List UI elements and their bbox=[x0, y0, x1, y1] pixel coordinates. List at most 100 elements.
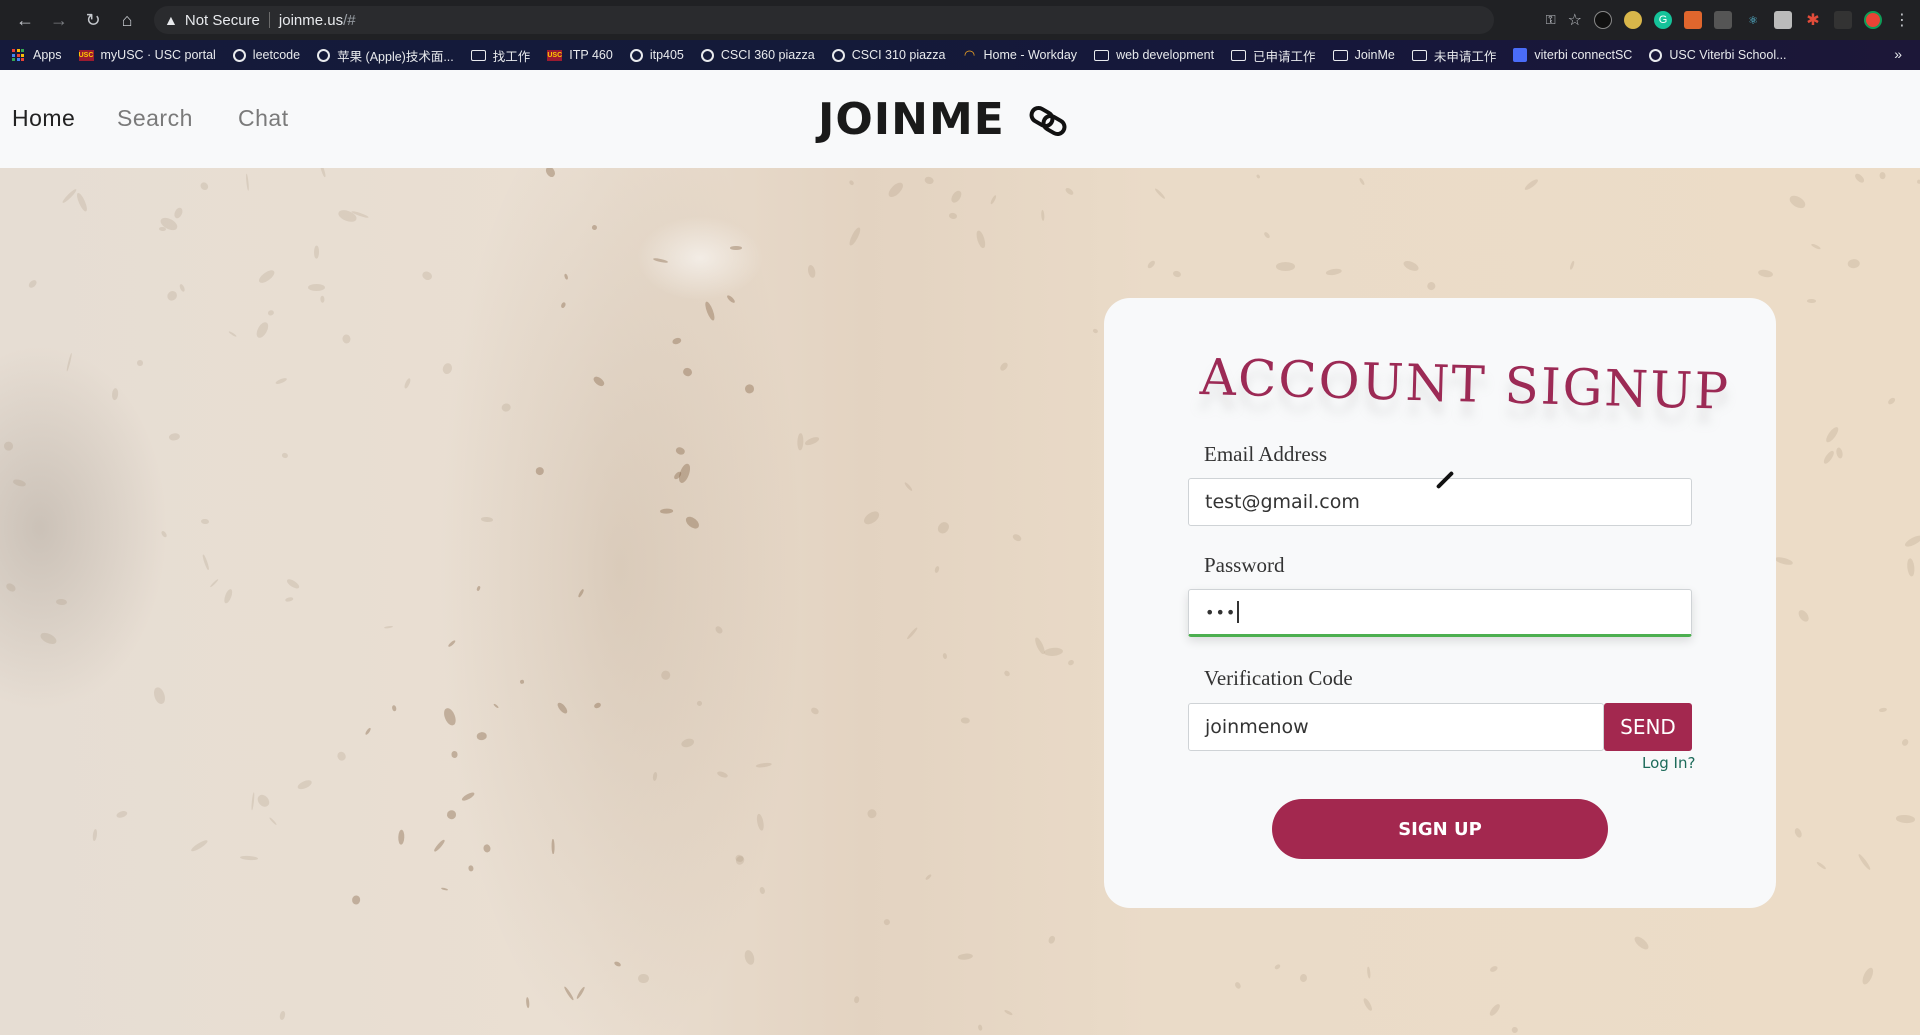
sand-speck bbox=[1857, 853, 1872, 872]
bookmark-item[interactable]: Apps bbox=[12, 48, 62, 62]
profile-avatar[interactable] bbox=[1864, 11, 1882, 29]
sand-speck bbox=[975, 229, 988, 250]
sand-speck bbox=[1325, 267, 1343, 277]
sand-speck bbox=[638, 973, 649, 984]
nav-chat[interactable]: Chat bbox=[238, 105, 289, 132]
sand-speck bbox=[755, 761, 772, 768]
bookmark-item[interactable]: itp405 bbox=[629, 48, 684, 62]
login-link[interactable]: Log In? bbox=[1642, 754, 1695, 772]
bookmark-label: CSCI 310 piazza bbox=[851, 48, 946, 62]
bookmark-item[interactable]: USC Viterbi School... bbox=[1649, 48, 1787, 62]
sand-speck bbox=[1367, 966, 1372, 979]
sand-speck bbox=[681, 366, 693, 378]
extension-icon[interactable] bbox=[1624, 11, 1642, 29]
sand-speck bbox=[957, 953, 973, 961]
bookmark-item[interactable]: web development bbox=[1094, 48, 1214, 62]
home-icon[interactable]: ⌂ bbox=[112, 5, 142, 35]
sand-speck bbox=[861, 509, 882, 528]
sand-speck bbox=[806, 263, 817, 279]
react-icon[interactable]: ⚛ bbox=[1744, 11, 1762, 29]
sand-speck bbox=[1886, 397, 1896, 407]
sand-speck bbox=[1835, 446, 1844, 459]
bookmark-item[interactable]: CSCI 310 piazza bbox=[831, 48, 946, 62]
sand-speck bbox=[445, 808, 458, 820]
address-bar[interactable]: ▲ Not Secure joinme.us /# bbox=[154, 6, 1494, 34]
extension-icon[interactable] bbox=[1774, 11, 1792, 29]
sand-speck bbox=[201, 518, 210, 525]
nav-home[interactable]: Home bbox=[12, 105, 75, 132]
back-icon[interactable]: ← bbox=[10, 5, 40, 35]
sand-speck bbox=[1255, 173, 1262, 180]
bookmark-item[interactable]: ◠ Home - Workday bbox=[963, 47, 1078, 62]
sand-speck bbox=[420, 269, 434, 282]
bookmark-item[interactable]: USC myUSC · USC portal bbox=[78, 48, 216, 62]
sand-speck bbox=[562, 273, 569, 281]
sand-speck bbox=[1860, 965, 1876, 986]
sand-speck bbox=[398, 829, 405, 845]
usc-icon: USC bbox=[547, 49, 563, 61]
globe-icon bbox=[831, 48, 845, 62]
sand-speck bbox=[695, 700, 703, 707]
globe-icon bbox=[700, 48, 714, 62]
sand-speck bbox=[903, 481, 914, 492]
bookmark-item[interactable]: leetcode bbox=[232, 48, 300, 62]
extension-icon[interactable] bbox=[1684, 11, 1702, 29]
bookmark-item[interactable]: viterbi connectSC bbox=[1513, 48, 1632, 62]
sand-speck bbox=[660, 669, 671, 681]
sand-speck bbox=[190, 838, 209, 854]
reload-icon[interactable]: ↻ bbox=[78, 5, 108, 35]
sand-speck bbox=[482, 844, 491, 854]
sand-speck bbox=[977, 1024, 983, 1031]
security-label: Not Secure bbox=[184, 11, 260, 29]
sand-speck bbox=[335, 750, 347, 763]
send-code-button[interactable]: SEND bbox=[1604, 703, 1692, 751]
bookmark-label: ITP 460 bbox=[569, 48, 613, 62]
sign-up-button[interactable]: SIGN UP bbox=[1272, 799, 1608, 859]
password-label: Password bbox=[1204, 553, 1285, 577]
bookmark-item[interactable]: USC ITP 460 bbox=[547, 48, 613, 62]
sand-speck bbox=[169, 431, 181, 441]
grammarly-icon[interactable]: G bbox=[1654, 11, 1672, 29]
sand-speck bbox=[1425, 280, 1437, 292]
star-icon[interactable]: ☆ bbox=[1568, 10, 1582, 30]
sand-speck bbox=[295, 778, 313, 792]
sand-speck bbox=[591, 225, 597, 231]
bookmark-label: 未申请工作 bbox=[1433, 49, 1497, 64]
bookmark-item[interactable]: 已申请工作 bbox=[1231, 46, 1316, 65]
folder-icon bbox=[470, 49, 486, 61]
bookmark-item[interactable]: 找工作 bbox=[470, 46, 530, 65]
bookmark-item[interactable]: 未申请工作 bbox=[1411, 46, 1497, 65]
sand-speck bbox=[988, 194, 997, 206]
sand-speck bbox=[1793, 826, 1804, 839]
sand-speck bbox=[160, 530, 168, 539]
sand-speck bbox=[66, 353, 73, 372]
sand-speck bbox=[391, 704, 397, 712]
mail-icon[interactable] bbox=[1714, 11, 1732, 29]
bookmark-item[interactable]: CSCI 360 piazza bbox=[700, 48, 815, 62]
key-icon[interactable]: ⚿ bbox=[1546, 12, 1556, 28]
sand-speck bbox=[652, 771, 659, 782]
sand-speck bbox=[948, 212, 958, 220]
verification-code-field[interactable]: joinmenow bbox=[1188, 703, 1604, 751]
asterisk-icon[interactable]: ✱ bbox=[1804, 11, 1822, 29]
nav-search[interactable]: Search bbox=[117, 105, 193, 132]
bookmark-label: Home - Workday bbox=[983, 48, 1078, 62]
sand-speck bbox=[12, 478, 28, 488]
sand-speck bbox=[1523, 177, 1540, 192]
sand-speck bbox=[245, 173, 250, 191]
bookmark-item[interactable]: JoinMe bbox=[1332, 48, 1395, 62]
bookmarks-more-button[interactable]: » bbox=[1894, 46, 1902, 62]
site-logo[interactable]: JOINME bbox=[818, 94, 1005, 145]
password-field[interactable]: ••• bbox=[1188, 589, 1692, 637]
extension-icon[interactable] bbox=[1834, 11, 1852, 29]
forward-icon[interactable]: → bbox=[44, 5, 74, 35]
site-header: Home Search Chat JOINME bbox=[0, 70, 1920, 168]
sand-speck bbox=[853, 995, 860, 1004]
bookmark-item[interactable]: 苹果 (Apple)技术面... bbox=[317, 46, 454, 65]
sand-speck bbox=[1003, 669, 1011, 678]
bookmark-label: CSCI 360 piazza bbox=[720, 48, 815, 62]
extension-icon[interactable] bbox=[1594, 11, 1612, 29]
menu-icon[interactable]: ⋮ bbox=[1894, 10, 1910, 30]
sand-speck bbox=[936, 520, 952, 536]
sand-speck bbox=[960, 717, 971, 725]
